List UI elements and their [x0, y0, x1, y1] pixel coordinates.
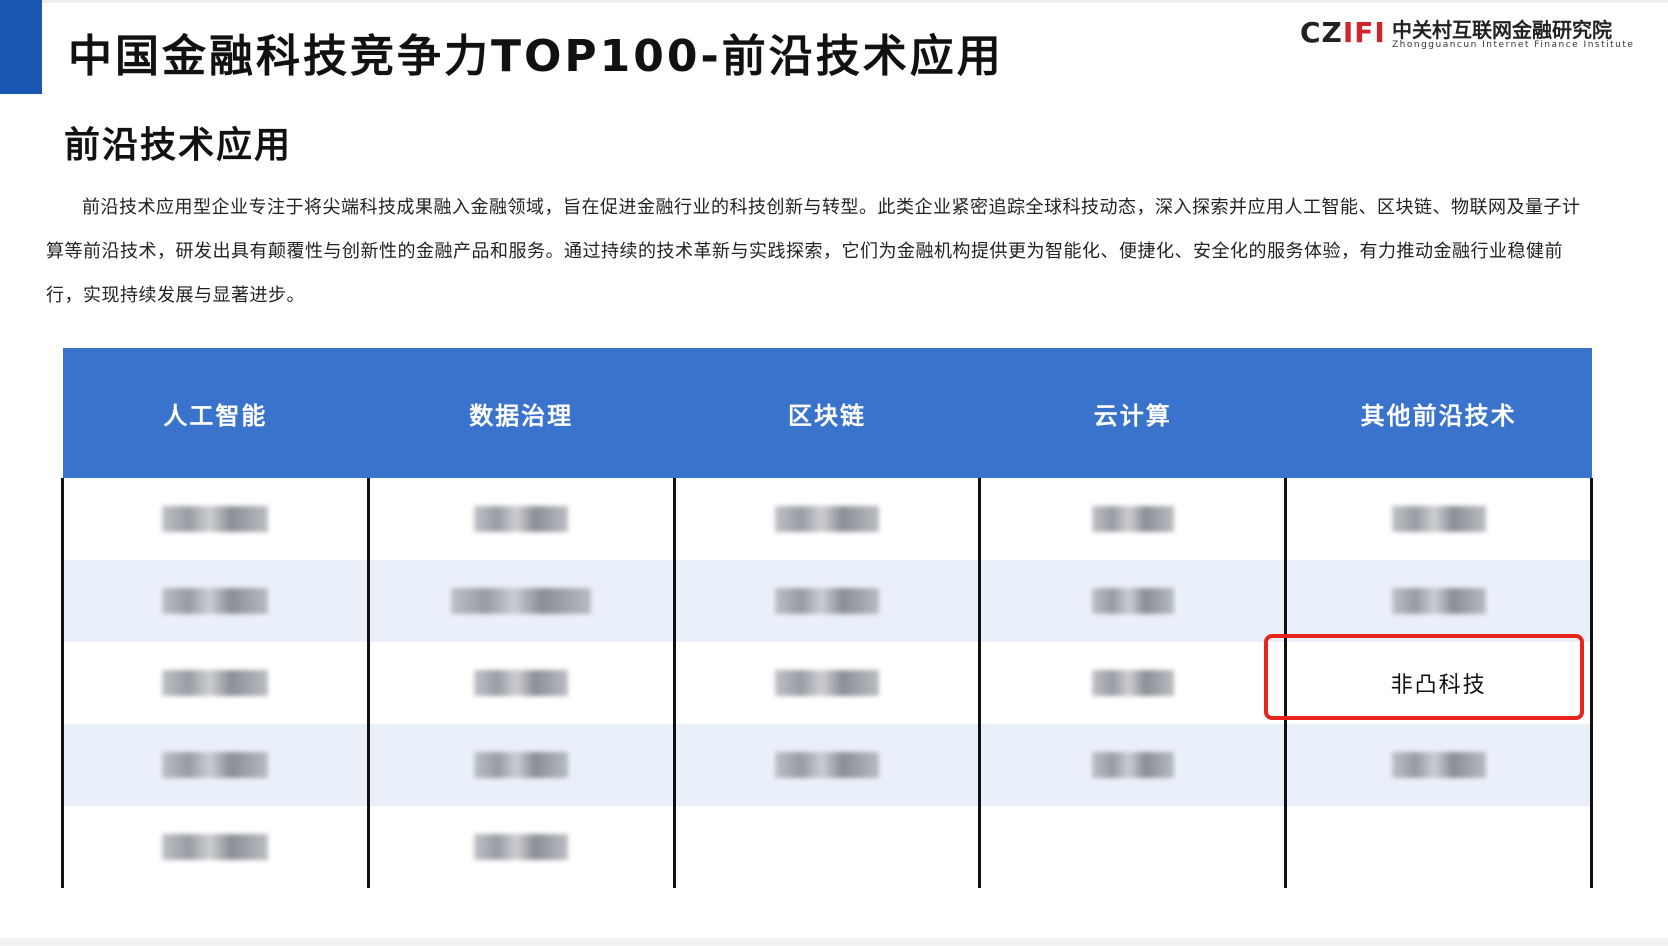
- table-header-row: 人工智能 数据治理 区块链 云计算 其他前沿技术: [62, 348, 1592, 478]
- table-cell: [1284, 478, 1593, 560]
- table-cell: [1284, 560, 1593, 642]
- table-cell: [978, 806, 1288, 888]
- table-cell: [366, 560, 676, 642]
- redacted-text: [474, 670, 569, 696]
- redacted-text: [774, 670, 879, 696]
- czifi-logo: CZIFI 中关村互联网金融研究院 Zhongguancun Internet …: [1300, 14, 1650, 54]
- logo-name-en: Zhongguancun Internet Finance Institute: [1392, 40, 1635, 50]
- table-cell: [1284, 724, 1593, 806]
- table-cell: [61, 642, 370, 724]
- column-header-cloud: 云计算: [979, 348, 1286, 478]
- column-header-other-tech: 其他前沿技术: [1285, 348, 1592, 478]
- highlight-box: [1264, 634, 1584, 720]
- table-cell: [672, 642, 982, 724]
- redacted-text: [162, 670, 269, 696]
- redacted-text: [774, 588, 879, 614]
- table-row: [61, 806, 1593, 888]
- table-cell: [978, 478, 1288, 560]
- table-cell: [672, 806, 982, 888]
- logo-name-cn: 中关村互联网金融研究院: [1392, 18, 1612, 42]
- page-title: 中国金融科技竞争力TOP100-前沿技术应用: [68, 31, 1004, 82]
- redacted-text: [474, 834, 569, 860]
- table-cell: [366, 724, 676, 806]
- redacted-text: [474, 506, 569, 532]
- column-header-blockchain: 区块链: [674, 348, 980, 478]
- column-header-data-governance: 数据治理: [368, 348, 675, 478]
- table-cell: [978, 724, 1288, 806]
- title-accent-bar: [0, 0, 42, 94]
- table-cell: [61, 806, 370, 888]
- table-row: [61, 560, 1593, 642]
- redacted-text: [162, 752, 269, 778]
- redacted-text: [474, 752, 569, 778]
- redacted-text: [162, 506, 269, 532]
- column-header-ai: 人工智能: [62, 348, 369, 478]
- table-cell: [672, 560, 982, 642]
- redacted-text: [1091, 670, 1174, 696]
- redacted-text: [1091, 506, 1174, 532]
- table-cell: [366, 806, 676, 888]
- redacted-text: [162, 834, 269, 860]
- table-cell: [978, 560, 1288, 642]
- logo-mark-red: IFI: [1342, 16, 1386, 49]
- redacted-text: [774, 752, 879, 778]
- table-cell: [61, 560, 370, 642]
- table-cell: [1284, 806, 1593, 888]
- redacted-text: [1391, 506, 1486, 532]
- redacted-text: [774, 506, 879, 532]
- redacted-text: [162, 588, 269, 614]
- section-intro: 前沿技术应用型企业专注于将尖端科技成果融入金融领域，旨在促进金融行业的科技创新与…: [46, 197, 1581, 306]
- company-table: 人工智能 数据治理 区块链 云计算 其他前沿技术 非凸科技: [61, 348, 1593, 888]
- table-row: [61, 478, 1593, 560]
- table-cell: [61, 724, 370, 806]
- table-cell: [672, 478, 982, 560]
- bottom-divider: [0, 938, 1668, 946]
- table-cell: [366, 478, 676, 560]
- table-cell: [978, 642, 1288, 724]
- redacted-text: [1391, 752, 1486, 778]
- table-cell: [61, 478, 370, 560]
- table-cell: [366, 642, 676, 724]
- top-divider: [42, 0, 1668, 3]
- logo-mark-dark: CZ: [1300, 16, 1343, 49]
- table-cell: [672, 724, 982, 806]
- redacted-text: [1091, 588, 1174, 614]
- redacted-text: [451, 588, 592, 614]
- logo-mark: CZIFI: [1300, 16, 1386, 49]
- section-title: 前沿技术应用: [64, 125, 293, 166]
- table-row: [61, 724, 1593, 806]
- redacted-text: [1391, 588, 1486, 614]
- redacted-text: [1091, 752, 1174, 778]
